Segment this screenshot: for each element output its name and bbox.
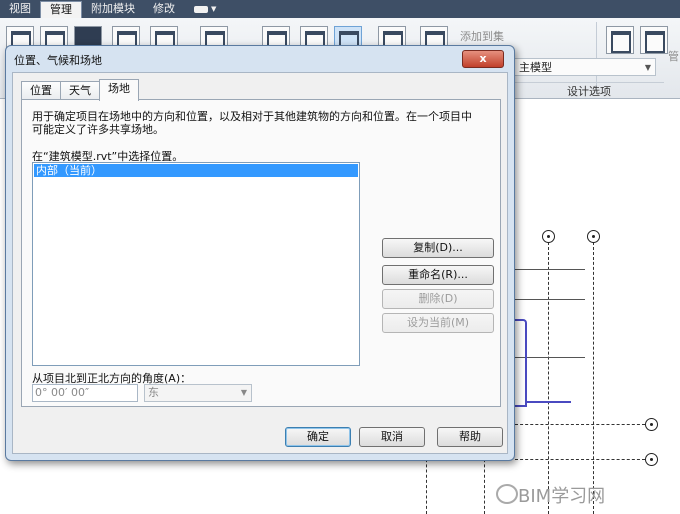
duplicate-button[interactable]: 复制(D)... [382,238,494,258]
angle-input[interactable]: 0° 00′ 00″ [32,384,138,402]
rename-button[interactable]: 重命名(R)... [382,265,494,285]
tab-location[interactable]: 位置 [21,81,61,100]
tab-site[interactable]: 场地 [99,79,139,101]
cancel-button[interactable]: 取消 [359,427,425,447]
ribbon-tool-icon[interactable] [606,26,634,54]
site-listbox[interactable]: 内部（当前） [32,162,360,366]
direction-select[interactable]: 东 ▼ [144,384,252,402]
grid-line [484,454,485,514]
list-item[interactable]: 内部（当前） [34,164,358,177]
ok-button[interactable]: 确定 [285,427,351,447]
ribbon-faded-label: 添加到集 [460,30,504,43]
ribbon-tool-icon[interactable] [640,26,668,54]
delete-button[interactable]: 删除(D) [382,289,494,309]
grid-bubble [542,230,555,243]
wall-line [515,299,585,300]
menu-view[interactable]: 视图 [0,0,40,18]
close-button[interactable]: x [462,50,504,68]
watermark-text: BIM学习网 [518,486,606,507]
help-button[interactable]: 帮助 [437,427,503,447]
menu-modify[interactable]: 修改 [144,0,184,18]
dialog-title: 位置、气候和场地 [14,54,102,67]
menu-addins[interactable]: 附加模块 [82,0,144,18]
design-option-select[interactable]: 主模型 ▼ [514,58,656,76]
pipe-line [525,401,571,403]
pipe-line [515,319,527,407]
location-climate-site-dialog: 位置、气候和场地 x 位置 天气 场地 用于确定项目在场地中的方向和位置，以及相… [5,45,515,461]
wall-line [515,269,585,270]
tab-strip: 位置 天气 场地 [21,79,139,101]
chevron-down-icon: ▼ [240,388,247,397]
grid-line [593,242,594,514]
tab-weather[interactable]: 天气 [60,81,100,100]
menu-bar: 视图 管理 附加模块 修改 ▼ [0,0,680,19]
grid-line [515,424,645,425]
dialog-client: 位置 天气 场地 用于确定项目在场地中的方向和位置，以及相对于其他建筑物的方向和… [12,72,508,454]
camera-icon[interactable] [194,5,208,13]
close-icon: x [479,52,487,65]
wechat-icon [496,484,518,504]
site-tab-panel: 用于确定项目在场地中的方向和位置，以及相对于其他建筑物的方向和位置。在一个项目中… [21,99,501,407]
grid-bubble [645,453,658,466]
grid-line [426,454,427,514]
chevron-down-icon: ▼ [644,63,651,72]
grid-bubble [587,230,600,243]
direction-value: 东 [148,386,159,399]
site-description: 用于确定项目在场地中的方向和位置，以及相对于其他建筑物的方向和位置。在一个项目中… [32,110,472,136]
ribbon-faded-label: 管 [668,50,679,63]
grid-line [548,242,549,514]
make-current-button[interactable]: 设为当前(M) [382,313,494,333]
design-option-value: 主模型 [519,61,552,74]
grid-bubble [645,418,658,431]
grid-line [515,459,645,460]
menu-manage[interactable]: 管理 [40,0,82,19]
ribbon-group-label: 设计选项 [514,82,664,98]
chevron-down-icon[interactable]: ▼ [211,5,216,13]
